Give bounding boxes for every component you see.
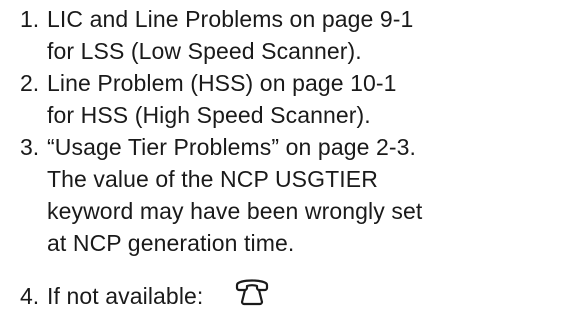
list-item-text: If not available: <box>47 280 563 312</box>
list-item-2: 2. Line Problem (HSS) on page 10-1 for H… <box>0 67 563 131</box>
list-item-1: 1. LIC and Line Problems on page 9-1 for… <box>0 3 563 67</box>
list-item-3: 3. “Usage Tier Problems” on page 2-3. Th… <box>0 131 563 259</box>
telephone-icon <box>233 275 271 307</box>
list-item-line: keyword may have been wrongly set <box>47 198 423 224</box>
list-item-line: LIC and Line Problems on page 9-1 <box>47 6 414 32</box>
list-item-line: If not available: <box>47 283 204 309</box>
list-item-text: “Usage Tier Problems” on page 2-3. The v… <box>47 131 563 259</box>
list-item-number: 1. <box>20 6 40 32</box>
instruction-list: 1. LIC and Line Problems on page 9-1 for… <box>0 0 563 320</box>
list-item-number: 2. <box>20 70 40 96</box>
list-item-line: The value of the NCP USGTIER <box>47 166 378 192</box>
list-item-number: 3. <box>20 134 40 160</box>
list-item-4: 4. If not available: <box>0 279 563 314</box>
list-item-line: for LSS (Low Speed Scanner). <box>47 38 362 64</box>
list-item-number: 4. <box>20 283 40 309</box>
list-item-text: LIC and Line Problems on page 9-1 for LS… <box>47 3 563 67</box>
list-item-line: “Usage Tier Problems” on page 2-3. <box>47 134 417 160</box>
list-item-text: Line Problem (HSS) on page 10-1 for HSS … <box>47 67 563 131</box>
list-item-line: at NCP generation time. <box>47 230 295 256</box>
list-item-line: Line Problem (HSS) on page 10-1 <box>47 70 397 96</box>
list-item-line: for HSS (High Speed Scanner). <box>47 102 371 128</box>
